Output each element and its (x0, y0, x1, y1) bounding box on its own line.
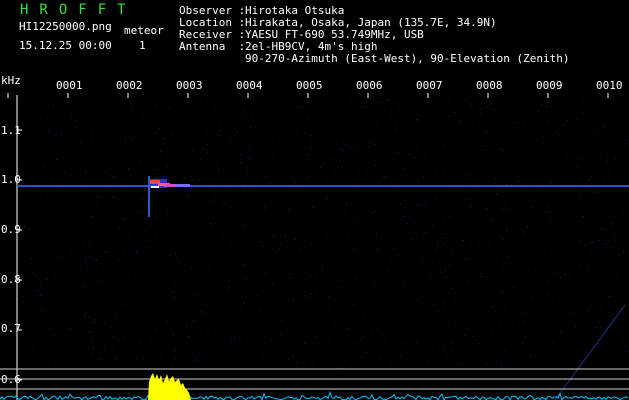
reference-lines (0, 368, 629, 390)
spectrogram-plot (0, 93, 629, 400)
y-axis-ticks (17, 129, 22, 381)
meteor-echo (148, 176, 190, 217)
faint-trace (554, 304, 626, 400)
signal-strength-burst (148, 373, 191, 400)
noise-floor-trace (0, 390, 629, 400)
x-axis-ticks (7, 93, 609, 98)
noise-background (18, 98, 629, 369)
